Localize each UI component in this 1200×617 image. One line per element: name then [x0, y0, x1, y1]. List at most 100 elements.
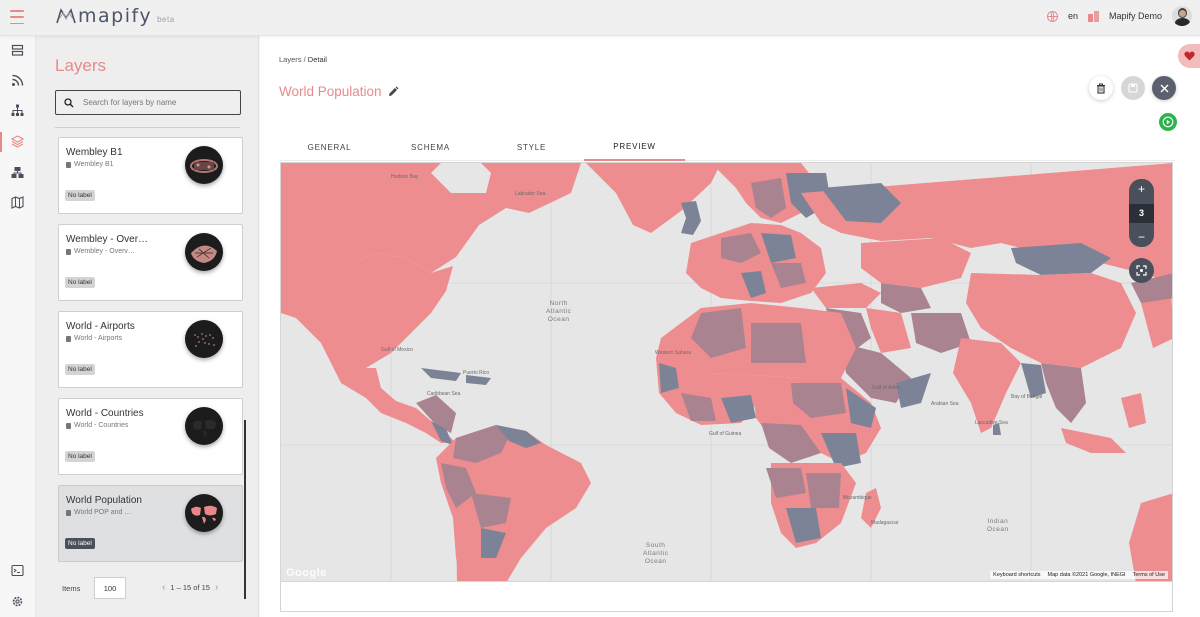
settings-icon[interactable] — [11, 595, 24, 608]
page-range: 1 – 15 of 15 — [170, 583, 210, 592]
layer-card[interactable]: Wembley - Over… Wembley - Overv… No labe… — [58, 224, 243, 301]
layer-card[interactable]: World - Airports World - Airports No lab… — [58, 311, 243, 388]
search-field[interactable] — [55, 90, 241, 115]
layer-label-chip: No label — [65, 277, 95, 288]
world-map — [281, 163, 1172, 581]
tab-style[interactable]: STYLE — [481, 134, 582, 161]
sea-label: Gulf of Guinea — [709, 431, 742, 437]
close-button[interactable] — [1152, 76, 1176, 100]
layer-thumbnail — [185, 407, 223, 445]
sea-label: Labrador Sea — [515, 191, 546, 197]
organization-name[interactable]: Mapify Demo — [1109, 11, 1162, 21]
layer-source-name: World - Airports — [74, 335, 123, 342]
search-icon — [64, 97, 74, 107]
map-data-attribution: Map data ©2021 Google, INEGI — [1047, 572, 1126, 578]
save-button[interactable] — [1121, 76, 1145, 100]
delete-button[interactable] — [1089, 76, 1113, 100]
layers-icon[interactable] — [11, 135, 24, 148]
layer-title: World - Airports — [66, 321, 135, 332]
map-provider-logo: Google — [286, 567, 327, 579]
ocean-label-south-atlantic: South Atlantic Ocean — [643, 542, 669, 565]
play-circle-icon — [1162, 116, 1174, 128]
layer-source: World - Countries — [66, 422, 128, 429]
sea-label: Mozambique — [843, 495, 872, 501]
tab-schema[interactable]: SCHEMA — [380, 134, 481, 161]
breadcrumb: Layers / Detail — [279, 55, 327, 64]
layer-source-name: Wembley - Overv… — [74, 248, 135, 255]
top-bar: mapify beta en Mapify Demo — [0, 0, 1200, 36]
sea-label: Gulf of Aden — [872, 385, 900, 391]
search-input[interactable] — [83, 98, 233, 107]
layer-source-name: World POP and … — [74, 509, 132, 516]
publish-button[interactable] — [1159, 113, 1177, 131]
layer-source: World - Airports — [66, 335, 122, 342]
sitemap-icon[interactable] — [11, 166, 24, 179]
items-per-page-select[interactable]: 100 — [94, 577, 126, 599]
prev-page-icon[interactable]: ‹ — [162, 582, 165, 593]
map-icon[interactable] — [11, 196, 24, 209]
zoom-level: 3 — [1129, 203, 1154, 223]
map-credits: Keyboard shortcuts Map data ©2021 Google… — [990, 571, 1168, 579]
layer-thumbnail — [185, 494, 223, 532]
layer-label-chip: No label — [65, 190, 95, 201]
database-icon — [66, 248, 71, 255]
nav-rail — [0, 36, 36, 617]
layer-label-chip: No label — [65, 538, 95, 549]
page-title: World Population — [279, 84, 382, 99]
sea-label: Bay of Bengal — [1011, 394, 1043, 400]
edit-pencil-icon[interactable] — [387, 86, 399, 98]
sea-label: Puerto Rico — [463, 370, 490, 376]
terminal-icon[interactable] — [11, 564, 24, 577]
layer-source: Wembley B1 — [66, 161, 114, 168]
divider — [55, 127, 240, 128]
organization-icon[interactable] — [1087, 10, 1099, 22]
map-preview[interactable]: North Atlantic Ocean South Atlantic Ocea… — [280, 162, 1173, 582]
ocean-label-north-atlantic: North Atlantic Ocean — [546, 300, 572, 323]
sea-label: Western Sahara — [655, 350, 692, 356]
fit-bounds-button[interactable] — [1129, 258, 1154, 283]
next-page-icon[interactable]: › — [215, 582, 218, 593]
ocean-label-indian: Indian Ocean — [987, 518, 1009, 533]
favorite-tab[interactable] — [1178, 44, 1200, 68]
menu-icon[interactable] — [10, 10, 24, 24]
layer-title: Wembley B1 — [66, 147, 123, 158]
app-logo[interactable]: mapify beta — [56, 5, 175, 27]
hierarchy-icon[interactable] — [11, 104, 24, 117]
items-per-page-label: Items — [62, 584, 81, 593]
layer-label-chip: No label — [65, 364, 95, 375]
pagination: ‹ 1 – 15 of 15 › — [162, 582, 218, 593]
zoom-out-button[interactable]: − — [1138, 231, 1145, 243]
language-selector[interactable]: en — [1068, 11, 1078, 21]
layer-thumbnail — [185, 233, 223, 271]
mapify-logo-icon — [56, 8, 76, 24]
database-icon — [66, 422, 71, 429]
layer-card[interactable]: World - Countries World - Countries No l… — [58, 398, 243, 475]
active-indicator — [0, 132, 2, 152]
layer-title: World Population — [66, 495, 142, 506]
breadcrumb-layers[interactable]: Layers — [279, 55, 302, 64]
list-scrollbar[interactable] — [244, 420, 246, 599]
focus-icon — [1136, 265, 1147, 276]
logo-text: mapify — [78, 5, 153, 27]
beta-badge: beta — [157, 15, 175, 24]
sea-label: Arabian Sea — [931, 401, 959, 407]
globe-icon[interactable] — [1046, 10, 1058, 22]
trash-icon — [1097, 83, 1105, 94]
terms-of-use-link[interactable]: Terms of Use — [1133, 572, 1165, 578]
layer-thumbnail — [185, 320, 223, 358]
tab-general[interactable]: GENERAL — [279, 134, 380, 161]
sea-label: Caribbean Sea — [427, 391, 461, 397]
layer-card[interactable]: Wembley B1 Wembley B1 No label — [58, 137, 243, 214]
map-footer — [280, 582, 1173, 612]
layer-thumbnail — [185, 146, 223, 184]
avatar[interactable] — [1172, 6, 1192, 26]
layer-card-selected[interactable]: World Population World POP and … No labe… — [58, 485, 243, 562]
tab-preview[interactable]: PREVIEW — [584, 134, 685, 161]
sea-label: Gulf of Mexico — [381, 347, 413, 353]
layer-source: World POP and … — [66, 509, 131, 516]
datasets-icon[interactable] — [11, 44, 24, 57]
rss-icon[interactable] — [11, 74, 24, 87]
keyboard-shortcuts-link[interactable]: Keyboard shortcuts — [993, 572, 1040, 578]
layer-label-chip: No label — [65, 451, 95, 462]
zoom-in-button[interactable]: + — [1138, 183, 1145, 195]
